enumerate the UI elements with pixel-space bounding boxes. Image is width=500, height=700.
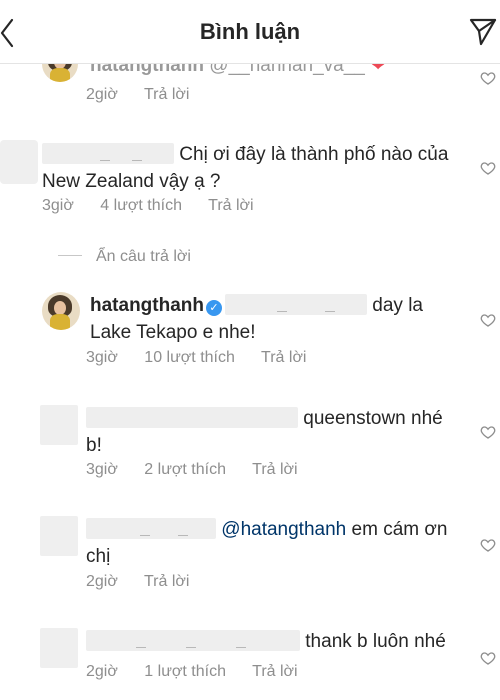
redacted-username: [42, 143, 174, 164]
comment-meta: 2giờ Trả lời: [86, 86, 211, 104]
redacted-mention: [225, 294, 367, 315]
comment-meta: 2giờ Trả lời: [86, 573, 211, 591]
comment-meta: 3giờ 2 lượt thích Trả lời: [86, 461, 320, 479]
comment-meta: 2giờ 1 lượt thích Trả lời: [86, 663, 320, 681]
avatar[interactable]: [0, 140, 38, 184]
header-bar: Bình luận: [0, 0, 500, 64]
heart-outline-icon[interactable]: [480, 424, 496, 440]
mention-link[interactable]: @hatangthanh: [221, 519, 346, 540]
paper-plane-icon: [469, 18, 497, 46]
reply-button[interactable]: Trả lời: [144, 573, 189, 590]
comment-meta: 3giờ 10 lượt thích Trả lời: [86, 349, 328, 367]
redacted-username: [86, 518, 216, 539]
comment-body-line2: New Zealand vậy ạ ?: [42, 171, 221, 192]
comment-time: 2giờ: [86, 86, 118, 103]
comment-time: 3giờ: [86, 349, 118, 366]
comment-meta: 3giờ 4 lượt thích Trả lời: [42, 197, 276, 215]
comment-body-line1: Chị ơi đây là thành phố nào của: [179, 144, 449, 165]
comment-body-line1: em cám ơn: [351, 519, 448, 540]
like-count[interactable]: 2 lượt thích: [144, 461, 226, 478]
comment-text: Chị ơi đây là thành phố nào của New Zeal…: [42, 141, 448, 195]
comment-time: 3giờ: [86, 461, 118, 478]
heart-outline-icon[interactable]: [480, 160, 496, 176]
avatar[interactable]: [40, 516, 78, 556]
heart-outline-icon[interactable]: [480, 312, 496, 328]
page-title: Bình luận: [199, 19, 301, 44]
comment-body-line2: b!: [86, 435, 102, 456]
comment-time: 2giờ: [86, 573, 118, 590]
redacted-username: [86, 407, 298, 428]
like-count[interactable]: 4 lượt thích: [100, 197, 182, 214]
like-count[interactable]: 1 lượt thích: [144, 663, 226, 680]
comment-body-line2: chị: [86, 546, 111, 567]
redacted-username: [86, 630, 300, 651]
avatar[interactable]: [40, 628, 78, 668]
comment-time: 3giờ: [42, 197, 74, 214]
comment-body-line2: Lake Tekapo e nhe!: [90, 322, 256, 343]
comment-body-line1: queenstown nhé: [303, 408, 443, 429]
reply-button[interactable]: Trả lời: [261, 349, 306, 366]
comment-text: hatangthanh ✓ day la Lake Tekapo e nhe!: [90, 292, 423, 346]
share-button[interactable]: [468, 16, 498, 48]
reply-button[interactable]: Trả lời: [208, 197, 253, 214]
avatar[interactable]: [42, 292, 80, 330]
hide-replies-toggle[interactable]: Ẩn câu trả lời: [58, 248, 191, 266]
comment-time: 2giờ: [86, 663, 118, 680]
like-count[interactable]: 10 lượt thích: [144, 349, 235, 366]
comment-text: @hatangthanh em cám ơn chị: [86, 516, 447, 570]
reply-button[interactable]: Trả lời: [144, 86, 189, 103]
divider-line: [58, 255, 82, 256]
reply-button[interactable]: Trả lời: [252, 461, 297, 478]
comment-username[interactable]: hatangthanh: [90, 295, 204, 316]
comment-body-line1: day la: [372, 295, 423, 316]
heart-outline-icon[interactable]: [480, 70, 496, 86]
hide-replies-label: Ẩn câu trả lời: [96, 248, 191, 265]
heart-outline-icon[interactable]: [480, 650, 496, 666]
heart-outline-icon[interactable]: [480, 537, 496, 553]
comment-body-line1: thank b luôn nhé: [305, 631, 446, 652]
reply-button[interactable]: Trả lời: [252, 663, 297, 680]
comment-text: queenstown nhé b!: [86, 405, 443, 459]
comment-text: thank b luôn nhé: [86, 628, 446, 655]
verified-badge-icon: ✓: [206, 300, 222, 316]
avatar[interactable]: [40, 405, 78, 445]
